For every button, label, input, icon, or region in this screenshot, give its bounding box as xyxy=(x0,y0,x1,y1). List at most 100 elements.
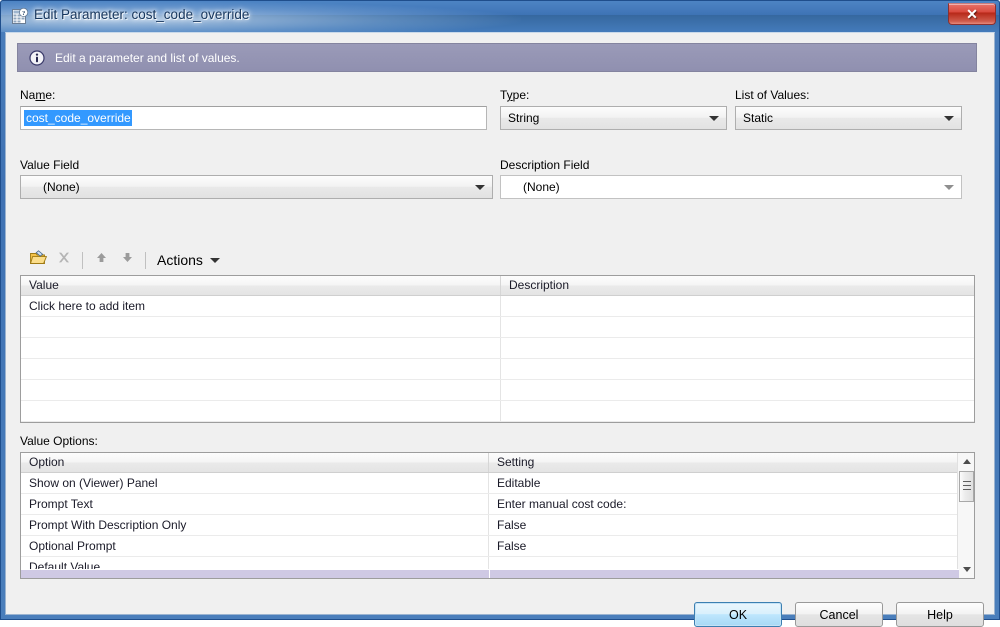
bottom-strip-option xyxy=(21,569,489,578)
values-row-value[interactable] xyxy=(21,359,501,379)
options-grid-header: Option Setting xyxy=(21,453,974,473)
delete-button[interactable] xyxy=(51,248,77,272)
title-bar: ? Edit Parameter: cost_code_override ✕ xyxy=(1,1,999,32)
triangle-up-icon xyxy=(962,459,971,464)
value-options-grid: Option Setting Show on (Viewer) Panel Ed… xyxy=(20,452,975,579)
list-of-values-toolbar: Actions xyxy=(25,247,255,273)
parameter-window-icon: ? xyxy=(11,7,29,25)
chevron-down-icon xyxy=(209,257,220,263)
actions-menu-label: Actions xyxy=(157,252,203,268)
close-button[interactable]: ✕ xyxy=(948,3,996,25)
values-row-description[interactable] xyxy=(501,422,973,423)
values-row-value[interactable] xyxy=(21,380,501,400)
scrollbar-thumb[interactable] xyxy=(959,471,974,502)
option-name[interactable]: Optional Prompt xyxy=(21,536,489,556)
values-grid-header: Value Description xyxy=(21,276,974,296)
table-row[interactable] xyxy=(21,380,974,401)
option-name[interactable]: Prompt With Description Only xyxy=(21,515,489,535)
arrow-down-icon xyxy=(121,251,134,269)
values-row-description[interactable] xyxy=(501,401,973,421)
option-setting[interactable]: False xyxy=(489,536,944,556)
chevron-down-icon xyxy=(475,185,485,190)
info-banner-text: Edit a parameter and list of values. xyxy=(55,50,240,65)
svg-text:?: ? xyxy=(22,10,25,17)
table-row[interactable] xyxy=(21,422,974,423)
option-name[interactable]: Show on (Viewer) Panel xyxy=(21,473,489,493)
toolbar-separator xyxy=(82,251,83,269)
values-row-description[interactable] xyxy=(501,317,973,337)
arrow-up-icon xyxy=(95,251,108,269)
move-down-button[interactable] xyxy=(114,248,140,272)
options-grid-header-setting[interactable]: Setting xyxy=(489,453,944,472)
description-field-select: (None) xyxy=(500,175,962,199)
import-folder-icon xyxy=(29,250,47,270)
grip-icon xyxy=(963,481,971,491)
ok-button-label: OK xyxy=(728,607,748,622)
table-row[interactable] xyxy=(21,317,974,338)
options-grid-bottom-strip xyxy=(21,569,974,578)
info-icon xyxy=(29,49,45,66)
list-of-values-select-value: Static xyxy=(743,111,774,125)
values-row-description[interactable] xyxy=(501,296,973,316)
chevron-down-icon xyxy=(709,116,719,121)
option-name[interactable]: Prompt Text xyxy=(21,494,489,514)
option-setting[interactable]: False xyxy=(489,515,944,535)
cancel-button-label: Cancel xyxy=(819,607,859,622)
chevron-down-icon xyxy=(944,185,954,190)
values-row-value[interactable]: Click here to add item xyxy=(21,296,501,316)
dialog-client-area: Edit a parameter and list of values. Nam… xyxy=(5,32,995,627)
table-row[interactable] xyxy=(21,401,974,422)
actions-menu-button[interactable]: Actions xyxy=(151,250,225,270)
values-grid-header-value[interactable]: Value xyxy=(21,276,501,295)
values-row-description[interactable] xyxy=(501,338,973,358)
value-field-label: Value Field xyxy=(20,158,80,172)
help-button[interactable]: Help xyxy=(896,602,984,627)
dialog-window: ? Edit Parameter: cost_code_override ✕ E… xyxy=(0,0,1000,627)
move-up-button[interactable] xyxy=(88,248,114,272)
options-grid-body: Show on (Viewer) Panel Editable Prompt T… xyxy=(21,473,974,578)
close-icon: ✕ xyxy=(966,6,978,22)
values-grid-body: Click here to add item xyxy=(21,296,974,423)
type-label: Type: xyxy=(500,88,530,102)
option-setting[interactable]: Editable xyxy=(489,473,944,493)
chevron-down-icon xyxy=(944,116,954,121)
toolbar-separator xyxy=(145,251,146,269)
table-row[interactable]: Prompt With Description Only False xyxy=(21,515,974,536)
window-title: Edit Parameter: cost_code_override xyxy=(34,7,250,22)
table-row[interactable]: Show on (Viewer) Panel Editable xyxy=(21,473,974,494)
list-of-values-label: List of Values: xyxy=(735,88,810,102)
table-row[interactable] xyxy=(21,359,974,380)
description-field-label: Description Field xyxy=(500,158,590,172)
cancel-button[interactable]: Cancel xyxy=(795,602,883,627)
options-grid-scrollbar[interactable] xyxy=(957,453,974,578)
table-row[interactable]: Prompt Text Enter manual cost code: xyxy=(21,494,974,515)
name-input[interactable]: cost_code_override xyxy=(20,106,487,130)
option-setting[interactable]: Enter manual cost code: xyxy=(489,494,944,514)
description-field-select-value: (None) xyxy=(523,180,560,194)
ok-button[interactable]: OK xyxy=(694,602,782,627)
delete-x-icon xyxy=(57,251,71,270)
values-row-value[interactable] xyxy=(21,422,501,423)
values-row-description[interactable] xyxy=(501,359,973,379)
values-row-value[interactable] xyxy=(21,338,501,358)
scroll-up-button[interactable] xyxy=(958,453,974,470)
help-button-label: Help xyxy=(927,607,953,622)
table-row[interactable]: Click here to add item xyxy=(21,296,974,317)
values-row-value[interactable] xyxy=(21,401,501,421)
bottom-strip-setting xyxy=(490,569,959,578)
info-banner: Edit a parameter and list of values. xyxy=(17,43,977,72)
type-select-value: String xyxy=(508,111,540,125)
values-row-value[interactable] xyxy=(21,317,501,337)
values-grid: Value Description Click here to add item xyxy=(20,275,975,423)
type-select[interactable]: String xyxy=(500,106,727,130)
options-grid-header-option[interactable]: Option xyxy=(21,453,489,472)
name-input-value: cost_code_override xyxy=(24,110,132,126)
import-button[interactable] xyxy=(25,248,51,272)
values-grid-header-description[interactable]: Description xyxy=(501,276,973,295)
table-row[interactable] xyxy=(21,338,974,359)
list-of-values-select[interactable]: Static xyxy=(735,106,962,130)
value-options-label: Value Options: xyxy=(20,434,98,448)
table-row[interactable]: Optional Prompt False xyxy=(21,536,974,557)
values-row-description[interactable] xyxy=(501,380,973,400)
value-field-select[interactable]: (None) xyxy=(20,175,493,199)
